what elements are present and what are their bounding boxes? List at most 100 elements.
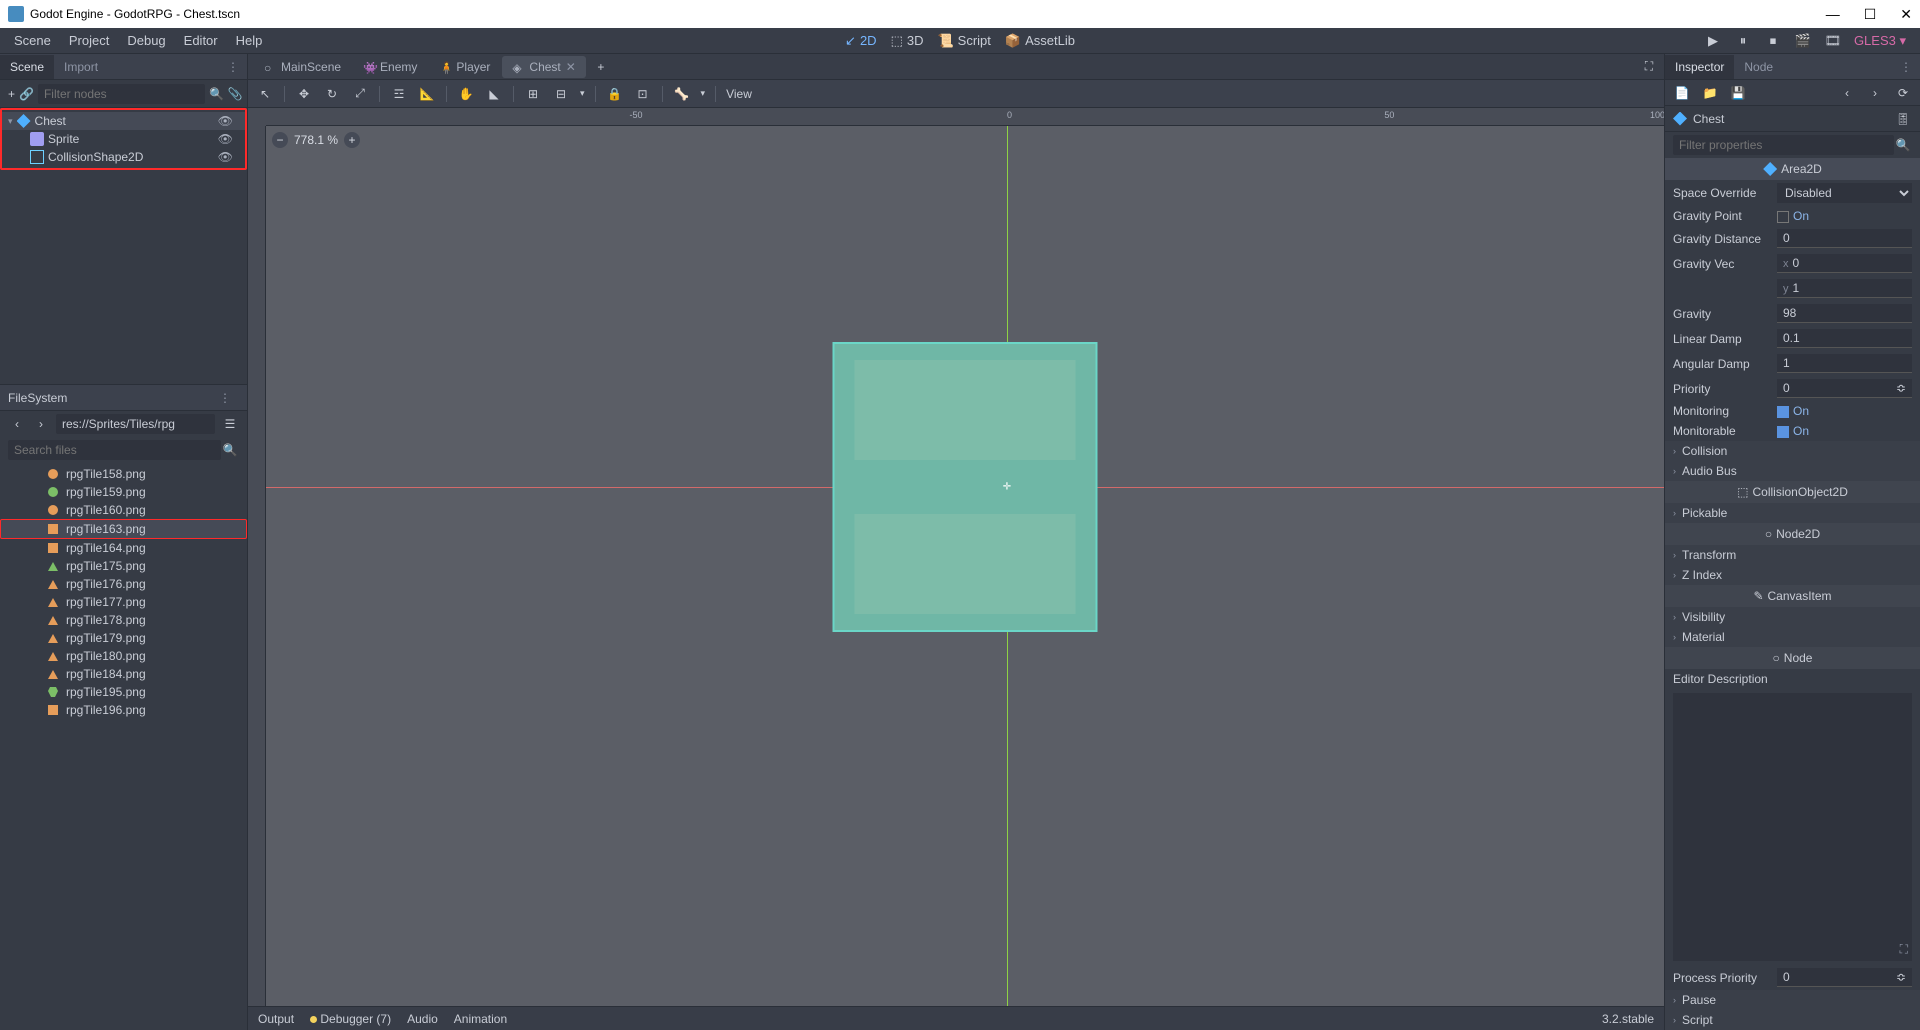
linear-damp-input[interactable]: 0.1 bbox=[1777, 329, 1912, 348]
bottom-animation[interactable]: Animation bbox=[454, 1012, 507, 1026]
file-item[interactable]: rpgTile195.png bbox=[0, 683, 247, 701]
scene-tab-player[interactable]: 🧍Player bbox=[429, 56, 500, 78]
section-script[interactable]: ›Script bbox=[1665, 1010, 1920, 1030]
visibility-icon[interactable]: 👁 bbox=[218, 114, 233, 128]
bottom-audio[interactable]: Audio bbox=[407, 1012, 438, 1026]
section-visibility[interactable]: ›Visibility bbox=[1665, 607, 1920, 627]
scene-tab-chest[interactable]: ◈Chest✕ bbox=[502, 56, 585, 78]
history-forward-icon[interactable]: › bbox=[1866, 84, 1884, 102]
tab-import[interactable]: Import bbox=[54, 55, 108, 79]
close-tab-icon[interactable]: ✕ bbox=[566, 60, 576, 74]
renderer-dropdown[interactable]: GLES3 ▾ bbox=[1854, 33, 1906, 49]
section-collision[interactable]: ›Collision bbox=[1665, 441, 1920, 461]
select-tool-icon[interactable]: ↖ bbox=[256, 85, 274, 103]
section-zindex[interactable]: ›Z Index bbox=[1665, 565, 1920, 585]
viewport-2d[interactable]: -50 0 50 100 ✛ − 778.1 % + bbox=[248, 108, 1664, 1006]
gravity-vec-y-input[interactable]: y1 bbox=[1777, 279, 1912, 298]
file-item[interactable]: rpgTile196.png bbox=[0, 701, 247, 719]
play-scene-button[interactable]: 🎬 bbox=[1794, 32, 1812, 50]
close-button[interactable]: ✕ bbox=[1900, 6, 1912, 23]
sliders-icon[interactable]: 🎚 bbox=[1894, 110, 1912, 128]
file-item[interactable]: rpgTile164.png bbox=[0, 539, 247, 557]
snap-config-icon[interactable]: ⊟ bbox=[552, 85, 570, 103]
section-audio-bus[interactable]: ›Audio Bus bbox=[1665, 461, 1920, 481]
search-icon[interactable]: 🔍 bbox=[1894, 136, 1912, 154]
section-material[interactable]: ›Material bbox=[1665, 627, 1920, 647]
space-override-select[interactable]: Disabled bbox=[1777, 183, 1912, 203]
distraction-free-icon[interactable]: ⛶ bbox=[1640, 58, 1658, 76]
filesystem-path[interactable]: res://Sprites/Tiles/rpg bbox=[56, 414, 215, 434]
file-item[interactable]: rpgTile184.png bbox=[0, 665, 247, 683]
monitoring-checkbox[interactable] bbox=[1777, 406, 1789, 418]
file-item[interactable]: rpgTile178.png bbox=[0, 611, 247, 629]
pan-tool-icon[interactable]: ✋ bbox=[457, 85, 475, 103]
snap-grid-icon[interactable]: ⊞ bbox=[524, 85, 542, 103]
pause-button[interactable]: ⏸ bbox=[1734, 32, 1752, 50]
process-priority-input[interactable]: 0≎ bbox=[1777, 968, 1912, 987]
menu-help[interactable]: Help bbox=[236, 33, 263, 48]
link-node-icon[interactable]: 🔗 bbox=[19, 85, 34, 103]
node-collisionshape2d[interactable]: CollisionShape2D 👁 bbox=[2, 148, 245, 166]
filter-nodes-input[interactable] bbox=[38, 84, 205, 104]
search-icon[interactable]: 🔍 bbox=[209, 85, 224, 103]
bottom-output[interactable]: Output bbox=[258, 1012, 294, 1026]
search-icon[interactable]: 🔍 bbox=[221, 441, 239, 459]
workspace-3d[interactable]: ⬚ 3D bbox=[891, 33, 924, 49]
bottom-debugger[interactable]: Debugger (7) bbox=[310, 1012, 391, 1026]
group-icon[interactable]: ⊡ bbox=[634, 85, 652, 103]
maximize-button[interactable]: ☐ bbox=[1864, 6, 1877, 23]
menu-project[interactable]: Project bbox=[69, 33, 109, 48]
gravity-input[interactable]: 98 bbox=[1777, 304, 1912, 323]
history-back-icon[interactable]: ‹ bbox=[1838, 84, 1856, 102]
section-pickable[interactable]: ›Pickable bbox=[1665, 503, 1920, 523]
play-button[interactable]: ▶ bbox=[1704, 32, 1722, 50]
add-scene-tab-icon[interactable]: + bbox=[592, 58, 610, 76]
file-item[interactable]: rpgTile159.png bbox=[0, 483, 247, 501]
bone-icon[interactable]: 🦴 bbox=[673, 85, 691, 103]
minimize-button[interactable]: — bbox=[1826, 6, 1840, 23]
ruler-tool-icon[interactable]: 📐 bbox=[418, 85, 436, 103]
file-item[interactable]: rpgTile158.png bbox=[0, 465, 247, 483]
gravity-distance-input[interactable]: 0 bbox=[1777, 229, 1912, 248]
file-item[interactable]: rpgTile160.png bbox=[0, 501, 247, 519]
angular-damp-input[interactable]: 1 bbox=[1777, 354, 1912, 373]
menu-debug[interactable]: Debug bbox=[127, 33, 165, 48]
workspace-2d[interactable]: ↙ 2D bbox=[845, 33, 877, 49]
view-menu[interactable]: View bbox=[726, 87, 752, 101]
filesystem-search-input[interactable] bbox=[8, 440, 221, 460]
script-attach-icon[interactable]: 📎 bbox=[228, 85, 243, 103]
file-item[interactable]: rpgTile175.png bbox=[0, 557, 247, 575]
workspace-assetlib[interactable]: 📦 AssetLib bbox=[1005, 33, 1075, 49]
scene-panel-menu-icon[interactable]: ⋮ bbox=[219, 60, 247, 74]
list-tool-icon[interactable]: ☲ bbox=[390, 85, 408, 103]
tab-inspector[interactable]: Inspector bbox=[1665, 55, 1734, 79]
menu-editor[interactable]: Editor bbox=[184, 33, 218, 48]
visibility-icon[interactable]: 👁 bbox=[218, 150, 233, 164]
load-resource-icon[interactable]: 📁 bbox=[1701, 84, 1719, 102]
play-custom-button[interactable]: 🎞 bbox=[1824, 32, 1842, 50]
visibility-icon[interactable]: 👁 bbox=[218, 132, 233, 146]
nav-back-icon[interactable]: ‹ bbox=[8, 415, 26, 433]
file-item[interactable]: rpgTile177.png bbox=[0, 593, 247, 611]
new-resource-icon[interactable]: 📄 bbox=[1673, 84, 1691, 102]
move-tool-icon[interactable]: ✥ bbox=[295, 85, 313, 103]
section-transform[interactable]: ›Transform bbox=[1665, 545, 1920, 565]
zoom-in-icon[interactable]: + bbox=[344, 132, 360, 148]
priority-input[interactable]: 0≎ bbox=[1777, 379, 1912, 398]
workspace-script[interactable]: 📜 Script bbox=[937, 33, 990, 49]
node-chest[interactable]: ▾ Chest 👁 bbox=[2, 112, 245, 130]
chest-sprite-preview[interactable] bbox=[833, 342, 1098, 632]
monitorable-checkbox[interactable] bbox=[1777, 426, 1789, 438]
history-icon[interactable]: ⟳ bbox=[1894, 84, 1912, 102]
tab-scene[interactable]: Scene bbox=[0, 55, 54, 79]
rotate-tool-icon[interactable]: ↻ bbox=[323, 85, 341, 103]
tab-node[interactable]: Node bbox=[1734, 55, 1783, 79]
node-sprite[interactable]: Sprite 👁 bbox=[2, 130, 245, 148]
stepper-icon[interactable]: ≎ bbox=[1896, 381, 1906, 395]
scene-tab-mainscene[interactable]: ○MainScene bbox=[254, 56, 351, 78]
save-resource-icon[interactable]: 💾 bbox=[1729, 84, 1747, 102]
filter-properties-input[interactable] bbox=[1673, 135, 1894, 155]
stop-button[interactable]: ⏹ bbox=[1764, 32, 1782, 50]
zoom-out-icon[interactable]: − bbox=[272, 132, 288, 148]
file-item[interactable]: rpgTile176.png bbox=[0, 575, 247, 593]
